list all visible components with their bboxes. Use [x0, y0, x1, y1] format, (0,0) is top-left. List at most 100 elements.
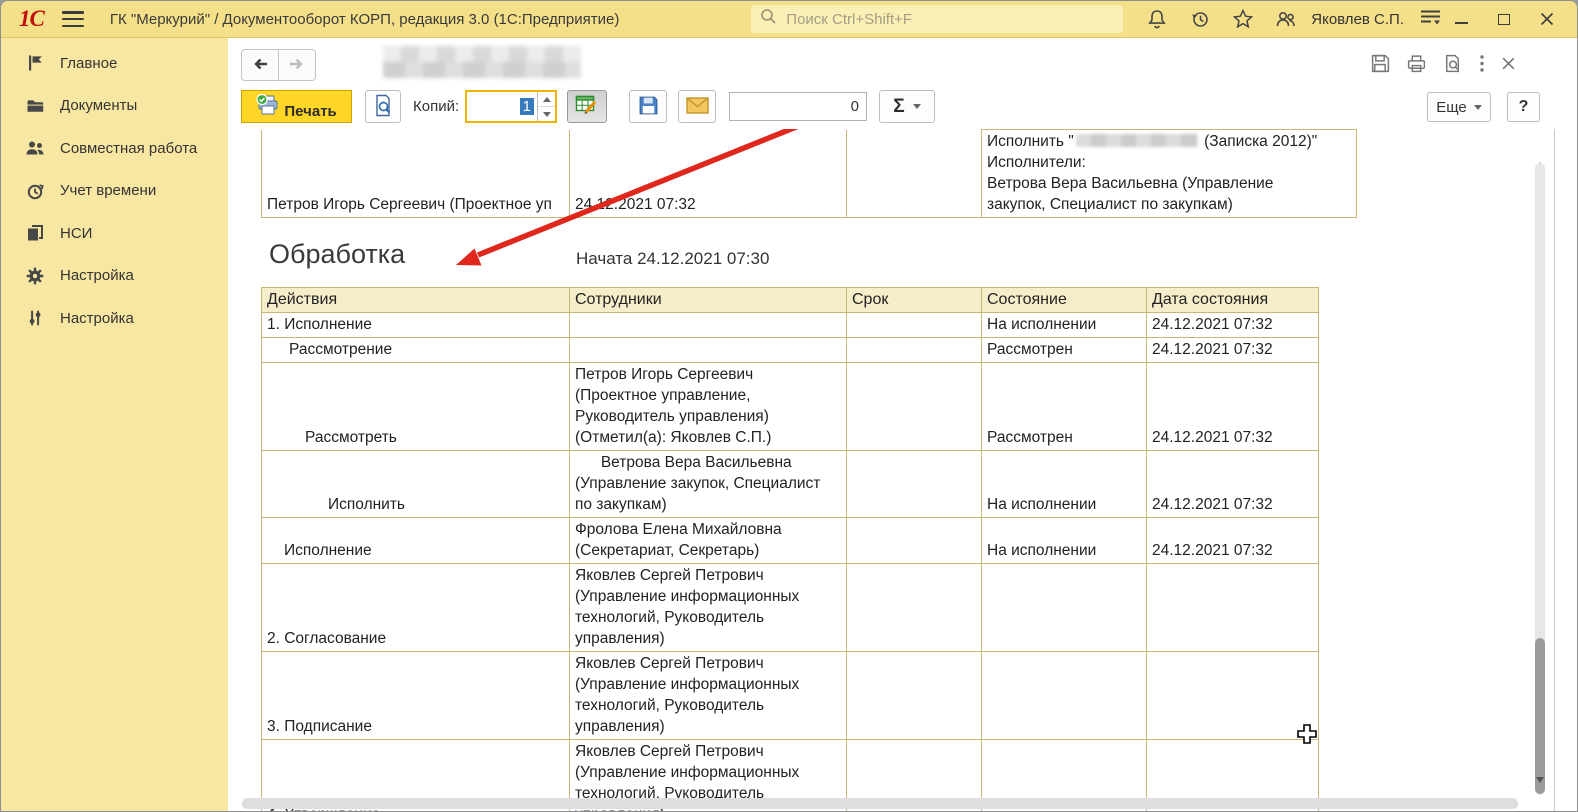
sidebar-item-label: Учет времени [60, 182, 156, 199]
table-cell[interactable] [847, 652, 982, 740]
sidebar-item-time-tracking[interactable]: Учет времени [1, 170, 228, 213]
table-cell[interactable] [847, 564, 982, 652]
save-button[interactable] [629, 90, 667, 123]
table-cell[interactable] [847, 518, 982, 564]
table-cell[interactable] [982, 652, 1147, 740]
sidebar-item-collaboration[interactable]: Совместная работа [1, 127, 228, 170]
sum-button[interactable]: Σ [879, 90, 935, 123]
table-cell[interactable]: 24.12.2021 07:32 [1147, 313, 1319, 338]
current-user[interactable]: Яковлев С.П. [1311, 11, 1404, 28]
app-title: ГК "Меркурий" / Документооборот КОРП, ре… [110, 11, 620, 28]
amount-field[interactable] [729, 92, 867, 121]
1c-logo: 1С [19, 6, 44, 32]
preview-icon [373, 94, 393, 120]
vertical-scrollbar[interactable] [1531, 135, 1549, 805]
table-cell[interactable]: Ветрова Вера Васильевна (Управление заку… [570, 451, 847, 518]
print-check-icon [256, 103, 280, 120]
more-button[interactable]: Еще [1427, 92, 1491, 122]
table-cell[interactable]: Рассмотреть [262, 363, 570, 451]
column-header: Действия [262, 288, 570, 313]
kebab-icon[interactable] [1478, 53, 1486, 79]
table-row: Рассмотрение Рассмотрен 24.12.2021 07:32 [262, 338, 1319, 363]
table-cell[interactable] [982, 564, 1147, 652]
email-button[interactable] [678, 90, 716, 123]
save-icon [638, 95, 659, 119]
table-cell[interactable] [570, 313, 847, 338]
column-header: Сотрудники [570, 288, 847, 313]
spreadsheet-area[interactable]: Петров Игорь Сергеевич (Проектное уп 24.… [228, 129, 1577, 811]
print-icon[interactable] [1406, 53, 1427, 79]
copies-spinner[interactable]: 1 [465, 90, 557, 123]
spinner-up-button[interactable] [538, 92, 555, 107]
table-cell[interactable]: Петров Игорь Сергеевич (Проектное управл… [570, 363, 847, 451]
table-cell[interactable]: 24.12.2021 07:32 [1147, 338, 1319, 363]
forward-button[interactable] [278, 49, 316, 81]
table-cell[interactable]: 24.12.2021 07:32 [570, 130, 847, 218]
table-cell[interactable]: Исполнить " (Записка 2012)" Исполнители:… [982, 130, 1357, 218]
horizontal-scrollbar-thumb[interactable] [242, 798, 1518, 809]
save-icon[interactable] [1370, 53, 1391, 79]
table-cell[interactable] [1147, 652, 1319, 740]
service-menu-icon[interactable] [1419, 7, 1443, 32]
vertical-scrollbar-thumb[interactable] [1535, 638, 1545, 794]
table-cell[interactable] [847, 130, 982, 218]
table-cell[interactable]: Исполнить [262, 451, 570, 518]
sidebar-item-main[interactable]: Главное [1, 42, 228, 85]
sidebar-item-settings-2[interactable]: Настройка [1, 297, 228, 340]
sidebar-item-settings[interactable]: Настройка [1, 255, 228, 298]
table-cell[interactable]: 1. Исполнение [262, 313, 570, 338]
maximize-icon[interactable] [1496, 11, 1512, 27]
scroll-down-icon[interactable] [1536, 783, 1544, 801]
close-form-icon[interactable] [1501, 56, 1516, 76]
table-settings-button[interactable] [567, 90, 607, 123]
table-cell[interactable] [1147, 564, 1319, 652]
table-row: 2. Согласование Яковлев Сергей Петрович … [262, 564, 1319, 652]
print-button[interactable]: Печать [241, 90, 352, 123]
processing-table: Действия Сотрудники Срок Состояние Дата … [261, 287, 1319, 811]
table-cell[interactable] [847, 363, 982, 451]
table-cell[interactable]: Яковлев Сергей Петрович (Управление инфо… [570, 652, 847, 740]
table-cell[interactable]: 24.12.2021 07:32 [1147, 518, 1319, 564]
table-cell[interactable]: Исполнение [262, 518, 570, 564]
table-cell[interactable]: Фролова Елена Михайловна (Секретариат, С… [570, 518, 847, 564]
preview-button[interactable] [365, 90, 401, 123]
table-cell[interactable] [570, 338, 847, 363]
gear-icon [25, 266, 45, 286]
table-cell[interactable]: На исполнении [982, 313, 1147, 338]
table-cell[interactable] [847, 338, 982, 363]
table-cell[interactable]: 2. Согласование [262, 564, 570, 652]
sidebar-item-label: Настройка [60, 310, 134, 327]
spinner-down-button[interactable] [538, 107, 555, 121]
table-cell[interactable]: 24.12.2021 07:32 [1147, 363, 1319, 451]
help-button[interactable]: ? [1507, 92, 1540, 122]
scroll-up-icon[interactable] [1536, 145, 1544, 163]
sidebar-item-documents[interactable]: Документы [1, 85, 228, 128]
column-header: Состояние [982, 288, 1147, 313]
back-button[interactable] [241, 49, 279, 81]
search-input[interactable] [784, 10, 1114, 29]
table-cell[interactable] [847, 451, 982, 518]
sidebar-item-nsi[interactable]: НСИ [1, 212, 228, 255]
table-cell[interactable]: 3. Подписание [262, 652, 570, 740]
table-cell[interactable]: 24.12.2021 07:32 [1147, 451, 1319, 518]
menu-icon[interactable] [62, 11, 84, 27]
notifications-icon[interactable] [1146, 8, 1168, 30]
table-cell[interactable]: На исполнении [982, 518, 1147, 564]
table-cell[interactable] [847, 313, 982, 338]
table-cell[interactable]: Петров Игорь Сергеевич (Проектное уп [262, 130, 570, 218]
users-icon[interactable] [1275, 8, 1297, 30]
table-row: 3. Подписание Яковлев Сергей Петрович (У… [262, 652, 1319, 740]
minimize-icon[interactable] [1453, 11, 1469, 27]
table-cell[interactable]: Рассмотрен [982, 338, 1147, 363]
table-cell[interactable]: Рассмотрение [262, 338, 570, 363]
table-cell[interactable]: На исполнении [982, 451, 1147, 518]
copies-value[interactable]: 1 [467, 92, 537, 121]
close-icon[interactable] [1539, 11, 1555, 27]
email-icon [686, 97, 709, 117]
preview-icon[interactable] [1442, 53, 1463, 79]
search-box[interactable] [751, 5, 1123, 33]
history-icon[interactable] [1189, 8, 1211, 30]
favorites-icon[interactable] [1232, 8, 1254, 30]
table-cell[interactable]: Рассмотрен [982, 363, 1147, 451]
table-cell[interactable]: Яковлев Сергей Петрович (Управление инфо… [570, 564, 847, 652]
